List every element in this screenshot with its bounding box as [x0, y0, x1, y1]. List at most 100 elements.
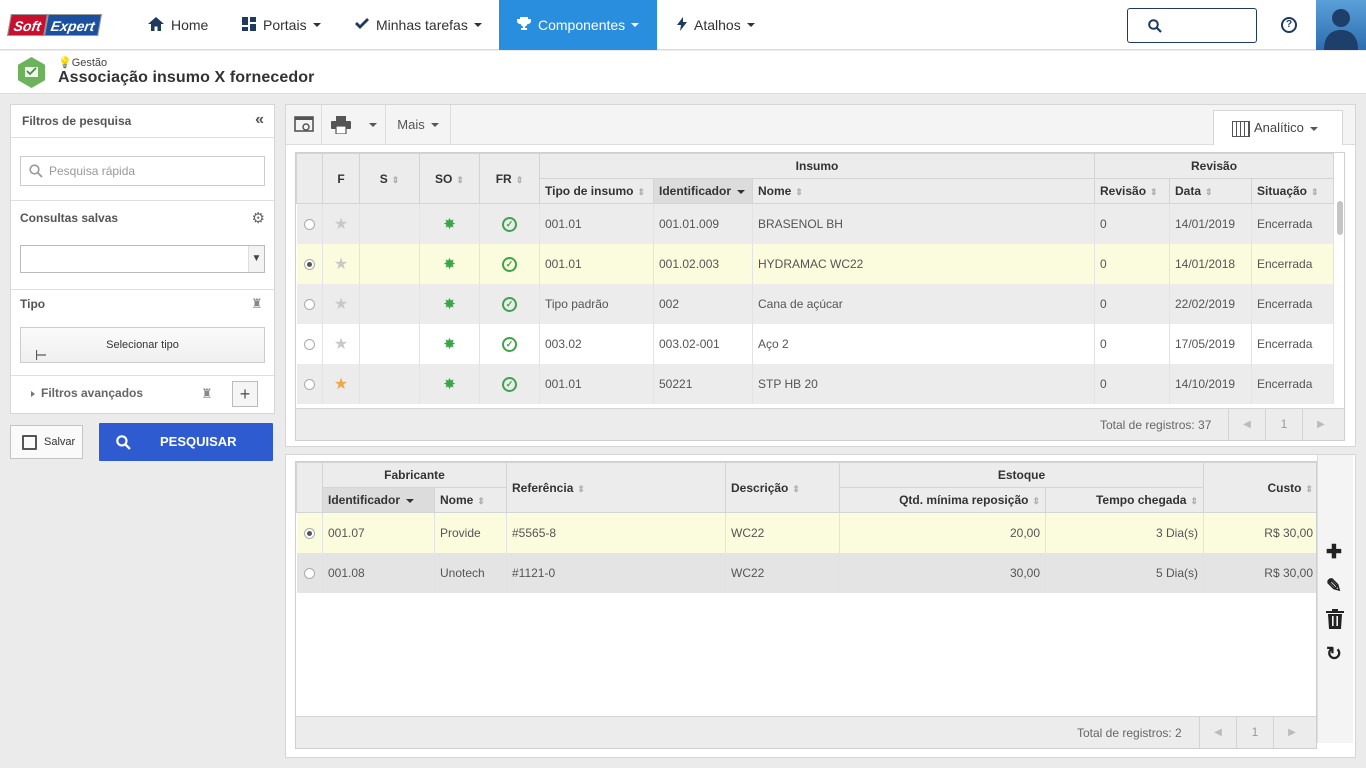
expand-arrow-icon[interactable]: [31, 391, 35, 397]
row-radio[interactable]: [303, 298, 315, 310]
breadcrumb[interactable]: 💡Gestão: [58, 56, 107, 69]
row-radio-cell[interactable]: [296, 203, 323, 244]
favorite-star-icon[interactable]: ★: [334, 296, 348, 313]
row-radio-cell[interactable]: [296, 363, 323, 404]
cell-revisao: 0: [1094, 283, 1170, 324]
row-radio[interactable]: [303, 258, 315, 270]
type-label: Tipo: [20, 297, 46, 311]
next-page-button[interactable]: ▶: [1302, 409, 1339, 440]
col-header-s[interactable]: S ⇕: [359, 153, 420, 204]
view-mode-selector[interactable]: Analítico: [1213, 110, 1343, 145]
favorite-cell[interactable]: ★: [322, 323, 360, 364]
edit-pencil-icon[interactable]: ✎: [1326, 575, 1342, 598]
next-page-button[interactable]: ▶: [1273, 717, 1310, 748]
favorite-star-icon[interactable]: ★: [334, 376, 348, 393]
favorite-star-icon[interactable]: ★: [334, 336, 348, 353]
more-menu-button[interactable]: Mais: [386, 105, 451, 144]
global-search-input[interactable]: [1127, 8, 1257, 43]
col-header-qtd[interactable]: Qtd. mínima reposição ⇕: [839, 487, 1046, 513]
saved-queries-select[interactable]: ▼: [20, 245, 265, 273]
select-type-button[interactable]: ⊢ Selecionar tipo: [20, 327, 265, 363]
user-avatar[interactable]: [1316, 0, 1366, 50]
refresh-icon[interactable]: ↻: [1326, 643, 1342, 666]
cell-id: 001.02.003: [653, 243, 753, 284]
row-radio-cell[interactable]: [296, 552, 323, 593]
logo-part2: Expert: [44, 14, 102, 36]
favorite-star-icon[interactable]: ★: [334, 216, 348, 233]
col-header-fab-nome[interactable]: Nome ⇕: [434, 487, 507, 513]
col-header-fr[interactable]: FR ⇕: [479, 153, 540, 204]
softexpert-logo[interactable]: Soft Expert: [7, 14, 102, 36]
col-header-fab-identificador[interactable]: Identificador: [322, 487, 435, 513]
favorite-cell[interactable]: ★: [322, 363, 360, 404]
col-header-tipo[interactable]: Tipo de insumo ⇕: [539, 178, 654, 204]
chevron-down-icon: [746, 23, 755, 27]
col-header-nome[interactable]: Nome ⇕: [752, 178, 1095, 204]
clear-brush-icon[interactable]: ♜: [201, 386, 213, 402]
save-query-button[interactable]: Salvar: [10, 425, 83, 459]
vertical-scrollbar[interactable]: [1337, 201, 1343, 235]
table-row[interactable]: 001.08 Unotech #1121-0 WC22 30,00 5 Dia(s) R$ …: [296, 552, 1316, 593]
help-icon[interactable]: ?: [1281, 17, 1297, 33]
clear-brush-icon[interactable]: ♜: [251, 296, 263, 312]
col-header-descricao[interactable]: Descrição ⇕: [725, 462, 840, 513]
row-radio[interactable]: [303, 528, 315, 540]
view-mode-label: Analítico: [1254, 120, 1304, 135]
row-radio-cell[interactable]: [296, 323, 323, 364]
print-button[interactable]: [322, 105, 386, 144]
cell-id: 001.07: [322, 512, 435, 553]
col-header-situacao[interactable]: Situação ⇕: [1250, 178, 1335, 204]
sort-icon: ⇕: [477, 496, 485, 506]
favorite-cell[interactable]: ★: [322, 283, 360, 324]
col-header-f[interactable]: F: [322, 153, 360, 204]
row-radio[interactable]: [303, 338, 315, 350]
col-header-referencia[interactable]: Referência ⇕: [506, 462, 726, 513]
table-row[interactable]: ★ ✸ ✓ Tipo padrão 002 Cana de açúcar 0 22/02/20…: [296, 283, 1335, 324]
so-cell: ✸: [419, 203, 480, 244]
delete-trash-icon[interactable]: [1326, 609, 1344, 635]
page-number[interactable]: 1: [1265, 409, 1302, 440]
row-radio-cell[interactable]: [296, 283, 323, 324]
quick-search-input[interactable]: Pesquisa rápida: [20, 156, 265, 186]
row-radio[interactable]: [303, 567, 315, 579]
col-header-data[interactable]: Data ⇕: [1169, 178, 1252, 204]
row-radio-cell[interactable]: [296, 512, 323, 553]
advanced-filters-toggle[interactable]: Filtros avançados: [41, 386, 143, 400]
table-row[interactable]: ★ ✸ ✓ 001.01 50221 STP HB 20 0 14/10/2019 Encerr…: [296, 363, 1335, 404]
add-icon[interactable]: ✚: [1326, 541, 1342, 564]
col-descricao-label: Descrição: [731, 480, 789, 495]
prev-page-button[interactable]: ◀: [1228, 409, 1265, 440]
nav-portais[interactable]: Portais: [228, 0, 335, 50]
row-radio-cell[interactable]: [296, 243, 323, 284]
cell-revisao: 0: [1094, 363, 1170, 404]
view-record-button[interactable]: [286, 105, 322, 144]
col-header-revisao[interactable]: Revisão ⇕: [1094, 178, 1170, 204]
gear-icon[interactable]: ⚙: [252, 209, 265, 227]
add-filter-button[interactable]: +: [232, 381, 258, 407]
nav-minhas-tarefas[interactable]: Minhas tarefas: [341, 0, 496, 50]
table-row[interactable]: ★ ✸ ✓ 003.02 003.02-001 Aço 2 0 17/05/2019 Encer…: [296, 323, 1335, 364]
nav-home[interactable]: Home: [134, 0, 222, 50]
col-header-so[interactable]: SO ⇕: [419, 153, 480, 204]
col-header-tempo[interactable]: Tempo chegada ⇕: [1045, 487, 1204, 513]
favorite-star-icon[interactable]: ★: [334, 256, 348, 273]
search-icon: [29, 164, 43, 178]
search-button[interactable]: PESQUISAR: [99, 423, 273, 461]
col-header-custo[interactable]: Custo ⇕: [1203, 462, 1316, 513]
collapse-icon[interactable]: «: [255, 111, 264, 129]
group-header-estoque: Estoque: [839, 462, 1204, 488]
cell-situacao: Encerrada: [1251, 363, 1335, 404]
col-header-identificador[interactable]: Identificador: [653, 178, 753, 204]
table-row[interactable]: ★ ✸ ✓ 001.01 001.02.003 HYDRAMAC WC22 0 14/01/2…: [296, 243, 1335, 284]
favorite-cell[interactable]: ★: [322, 243, 360, 284]
nav-componentes[interactable]: Componentes: [499, 0, 657, 50]
prev-page-button[interactable]: ◀: [1199, 717, 1236, 748]
favorite-cell[interactable]: ★: [322, 203, 360, 244]
row-radio[interactable]: [303, 378, 315, 390]
table-row[interactable]: ★ ✸ ✓ 001.01 001.01.009 BRASENOL BH 0 14/01/201…: [296, 203, 1335, 244]
row-radio[interactable]: [303, 219, 315, 231]
table-row[interactable]: 001.07 Provide #5565-8 WC22 20,00 3 Dia(s) R$ …: [296, 512, 1316, 553]
save-disk-icon: [22, 435, 37, 450]
nav-atalhos[interactable]: Atalhos: [663, 0, 769, 50]
page-number[interactable]: 1: [1236, 717, 1273, 748]
